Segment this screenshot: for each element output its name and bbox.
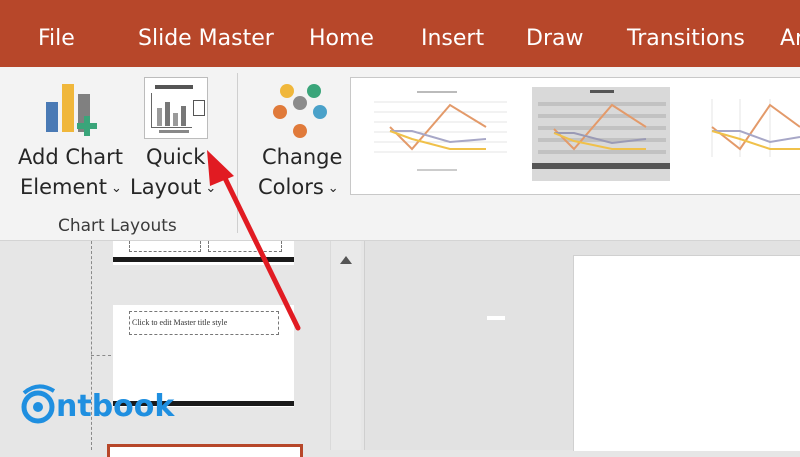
chart-style-preview-2 [532,87,670,181]
group-divider [237,73,238,233]
palette-icon [273,84,327,138]
tab-slide-master[interactable]: Slide Master [138,26,274,51]
tab-animations[interactable]: Ar [780,26,800,51]
add-chart-element-icon [46,84,97,136]
chevron-down-icon: ⌄ [327,180,339,196]
tab-file[interactable]: File [38,26,75,51]
add-chart-element-label-2: Element ⌄ [20,175,122,199]
master-title-placeholder: Click to edit Master title style [132,318,228,327]
slide-editor-area [364,241,800,451]
ribbon-tab-bar: File Slide Master Home Insert Draw Trans… [0,0,800,67]
change-colors-label-1: Change [262,145,343,169]
tab-insert[interactable]: Insert [421,26,484,51]
ntbook-logo: ntbook [20,381,174,431]
quick-layout-icon [144,77,208,139]
chart-style-3[interactable] [696,87,800,181]
quick-layout-button[interactable]: Quick Layout ⌄ [128,77,228,207]
add-chart-element-label-1: Add Chart [18,145,124,169]
chevron-down-icon: ⌄ [110,180,122,196]
change-colors-button[interactable]: Change Colors ⌄ [250,77,346,207]
chart-style-2[interactable] [532,87,670,181]
ribbon: Add Chart Element ⌄ Quick Layout ⌄ Change [0,67,800,241]
chart-style-preview-1 [374,91,507,171]
quick-layout-label-2: Layout ⌄ [130,175,217,199]
chart-style-preview-3 [711,99,800,157]
thumbnail-scrollbar[interactable] [330,241,361,450]
chart-style-1[interactable] [362,87,512,181]
layout-thumbnail-selected[interactable] [107,444,303,457]
chevron-down-icon: ⌄ [205,180,217,196]
change-colors-label-2: Colors ⌄ [258,175,339,199]
slide-canvas[interactable] [573,255,800,451]
slide-thumbnail-pane: Click to edit Master title style ntbook [0,241,330,457]
add-chart-element-button[interactable]: Add Chart Element ⌄ [14,77,130,207]
canvas-marker [487,316,505,320]
scroll-up-arrow-icon[interactable] [339,255,353,265]
tab-home[interactable]: Home [309,26,374,51]
tab-draw[interactable]: Draw [526,26,583,51]
tab-transitions[interactable]: Transitions [627,26,745,51]
ntbook-logo-icon [21,384,56,424]
ntbook-logo-text: ntbook [56,389,175,424]
layout-thumbnail-1[interactable] [113,241,294,265]
chart-layouts-group-label: Chart Layouts [58,216,177,236]
layout-connector-branch [91,355,111,357]
quick-layout-label-1: Quick [146,145,206,169]
